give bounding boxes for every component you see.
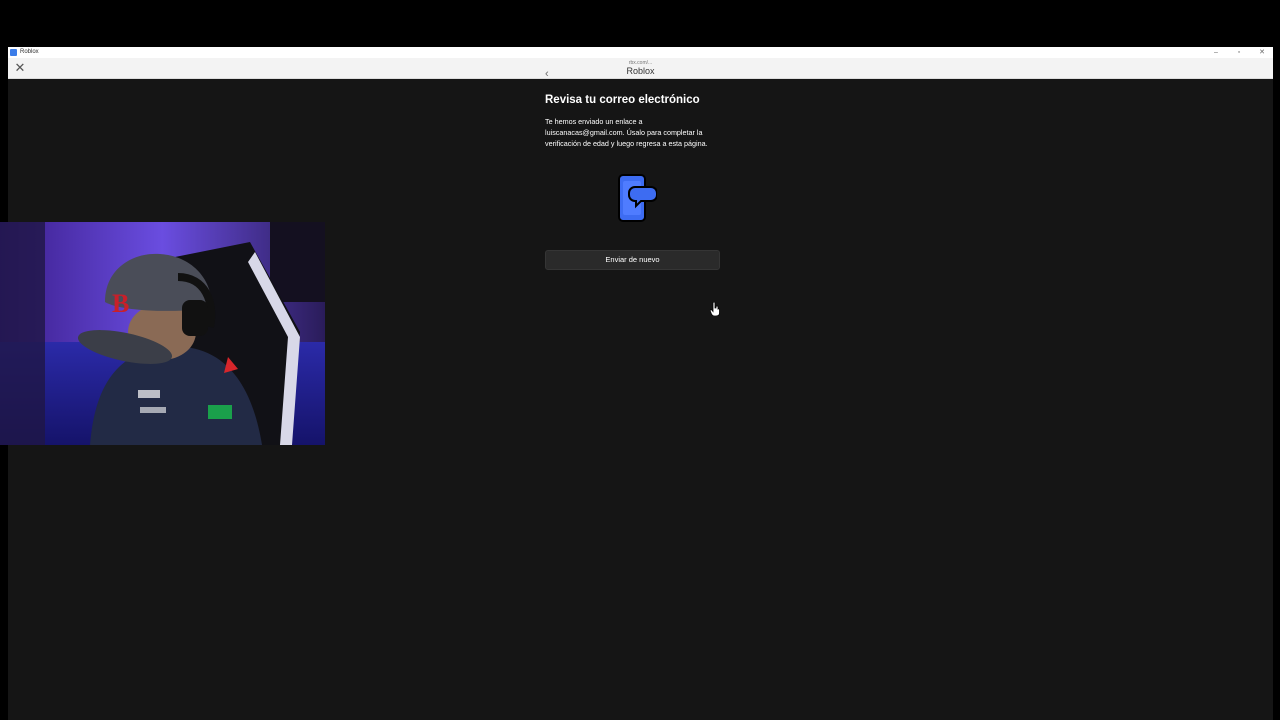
window-controls: – ▫ ✕ <box>1213 47 1265 58</box>
os-titlebar: Roblox – ▫ ✕ <box>8 47 1273 58</box>
window-close-icon[interactable]: ✕ <box>1259 47 1265 58</box>
instruction-text: Te hemos enviado un enlace a luiscanacas… <box>545 117 708 148</box>
minimize-icon[interactable]: – <box>1213 47 1219 58</box>
chevron-left-icon[interactable]: ‹ <box>545 68 555 80</box>
roblox-app-icon <box>10 49 17 56</box>
os-window-title: Roblox <box>20 49 39 55</box>
resend-button[interactable]: Enviar de nuevo <box>545 250 720 270</box>
svg-text:B: B <box>112 289 129 318</box>
hand-pointer-icon <box>710 302 720 316</box>
maximize-icon[interactable]: ▫ <box>1236 47 1242 58</box>
phone-message-icon <box>618 174 657 222</box>
header-title: Roblox <box>626 66 655 76</box>
page-title: Revisa tu correo electrónico <box>545 94 700 106</box>
webcam-overlay: B <box>0 222 325 445</box>
app-header: ✕ rbx.com/... Roblox <box>8 58 1273 79</box>
